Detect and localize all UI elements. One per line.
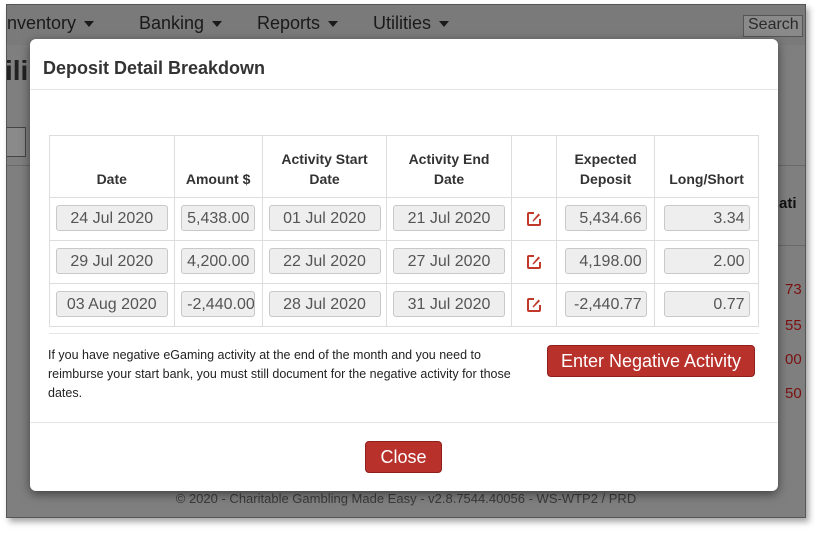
nav-inventory[interactable]: nventory bbox=[7, 13, 95, 34]
cell-long-short: 0.77 bbox=[654, 283, 759, 327]
caret-down-icon bbox=[84, 21, 95, 28]
table-row: 24 Jul 2020 5,438.00 01 Jul 2020 21 Jul … bbox=[49, 197, 759, 241]
long-short-field: 3.34 bbox=[663, 204, 750, 231]
cell-date: 24 Jul 2020 bbox=[49, 197, 175, 241]
col-expected: Expected Deposit bbox=[556, 135, 656, 198]
deposit-detail-modal: Deposit Detail Breakdown Date Amount $ A… bbox=[30, 39, 778, 491]
cell-long-short: 3.34 bbox=[654, 197, 759, 241]
cell-end: 21 Jul 2020 bbox=[386, 197, 512, 241]
edit-button[interactable] bbox=[510, 240, 558, 284]
table-row: 29 Jul 2020 4,200.00 22 Jul 2020 27 Jul … bbox=[49, 240, 759, 284]
edit-button[interactable] bbox=[510, 283, 558, 327]
expected-field: -2,440.77 bbox=[564, 290, 647, 317]
col-amount: Amount $ bbox=[173, 135, 263, 198]
long-short-field: 0.77 bbox=[663, 290, 750, 317]
expected-field: 4,198.00 bbox=[564, 247, 647, 274]
search-input[interactable]: Search bbox=[743, 15, 803, 37]
table-row: 03 Aug 2020 -2,440.00 28 Jul 2020 31 Jul… bbox=[49, 283, 759, 327]
amount-field: 5,438.00 bbox=[181, 204, 256, 231]
cell-expected: -2,440.77 bbox=[556, 283, 656, 327]
col-activity-end: Activity End Date bbox=[386, 135, 512, 198]
expected-field: 5,434.66 bbox=[564, 204, 647, 231]
amount-field: -2,440.00 bbox=[181, 290, 256, 317]
col-edit bbox=[510, 135, 558, 198]
start-date-field: 28 Jul 2020 bbox=[268, 290, 381, 317]
caret-down-icon bbox=[439, 21, 450, 28]
col-date: Date bbox=[49, 135, 175, 198]
cell-date: 03 Aug 2020 bbox=[49, 283, 175, 327]
footer-text: © 2020 - Charitable Gambling Made Easy -… bbox=[175, 491, 637, 506]
start-date-field: 22 Jul 2020 bbox=[268, 247, 381, 274]
end-date-field: 31 Jul 2020 bbox=[393, 290, 506, 317]
amount-field: 4,200.00 bbox=[181, 247, 256, 274]
deposit-table: Date Amount $ Activity Start Date Activit… bbox=[49, 135, 759, 327]
cell-expected: 5,434.66 bbox=[556, 197, 656, 241]
start-date-field: 01 Jul 2020 bbox=[268, 204, 381, 231]
background-value: 50 bbox=[785, 385, 802, 402]
nav-utilities[interactable]: Utilities bbox=[373, 13, 450, 34]
cell-amount: 4,200.00 bbox=[173, 240, 263, 284]
end-date-field: 27 Jul 2020 bbox=[393, 247, 506, 274]
long-short-field: 2.00 bbox=[663, 247, 750, 274]
cell-start: 01 Jul 2020 bbox=[261, 197, 388, 241]
negative-activity-note: If you have negative eGaming activity at… bbox=[48, 348, 511, 400]
background-value: 55 bbox=[785, 317, 802, 334]
col-activity-start: Activity Start Date bbox=[261, 135, 388, 198]
modal-title: Deposit Detail Breakdown bbox=[43, 58, 266, 78]
page-title: ili bbox=[6, 55, 29, 86]
edit-icon[interactable] bbox=[526, 297, 542, 313]
cell-end: 31 Jul 2020 bbox=[386, 283, 512, 327]
cell-expected: 4,198.00 bbox=[556, 240, 656, 284]
edit-button[interactable] bbox=[510, 197, 558, 241]
end-date-field: 21 Jul 2020 bbox=[393, 204, 506, 231]
nav-banking[interactable]: Banking bbox=[139, 13, 223, 34]
edit-icon[interactable] bbox=[526, 254, 542, 270]
caret-down-icon bbox=[212, 21, 223, 28]
background-dropdown[interactable] bbox=[7, 127, 26, 157]
cell-start: 28 Jul 2020 bbox=[261, 283, 388, 327]
date-field: 24 Jul 2020 bbox=[55, 204, 168, 231]
cell-amount: -2,440.00 bbox=[173, 283, 263, 327]
table-header-row: Date Amount $ Activity Start Date Activit… bbox=[49, 135, 759, 198]
cell-start: 22 Jul 2020 bbox=[261, 240, 388, 284]
header-divider bbox=[30, 89, 778, 90]
edit-icon[interactable] bbox=[526, 211, 542, 227]
col-long-short: Long/Short bbox=[654, 135, 759, 198]
enter-negative-activity-button[interactable]: Enter Negative Activity bbox=[547, 345, 755, 377]
date-field: 03 Aug 2020 bbox=[55, 290, 168, 317]
cell-end: 27 Jul 2020 bbox=[386, 240, 512, 284]
date-field: 29 Jul 2020 bbox=[55, 247, 168, 274]
background-column-header: ati bbox=[779, 195, 797, 212]
background-value: 73 bbox=[785, 281, 802, 298]
cell-long-short: 2.00 bbox=[654, 240, 759, 284]
cell-amount: 5,438.00 bbox=[173, 197, 263, 241]
cell-date: 29 Jul 2020 bbox=[49, 240, 175, 284]
content-divider bbox=[49, 333, 759, 334]
nav-reports[interactable]: Reports bbox=[257, 13, 339, 34]
close-button[interactable]: Close bbox=[365, 441, 442, 473]
footer-divider bbox=[30, 422, 778, 423]
background-value: 00 bbox=[785, 351, 802, 368]
caret-down-icon bbox=[328, 21, 339, 28]
